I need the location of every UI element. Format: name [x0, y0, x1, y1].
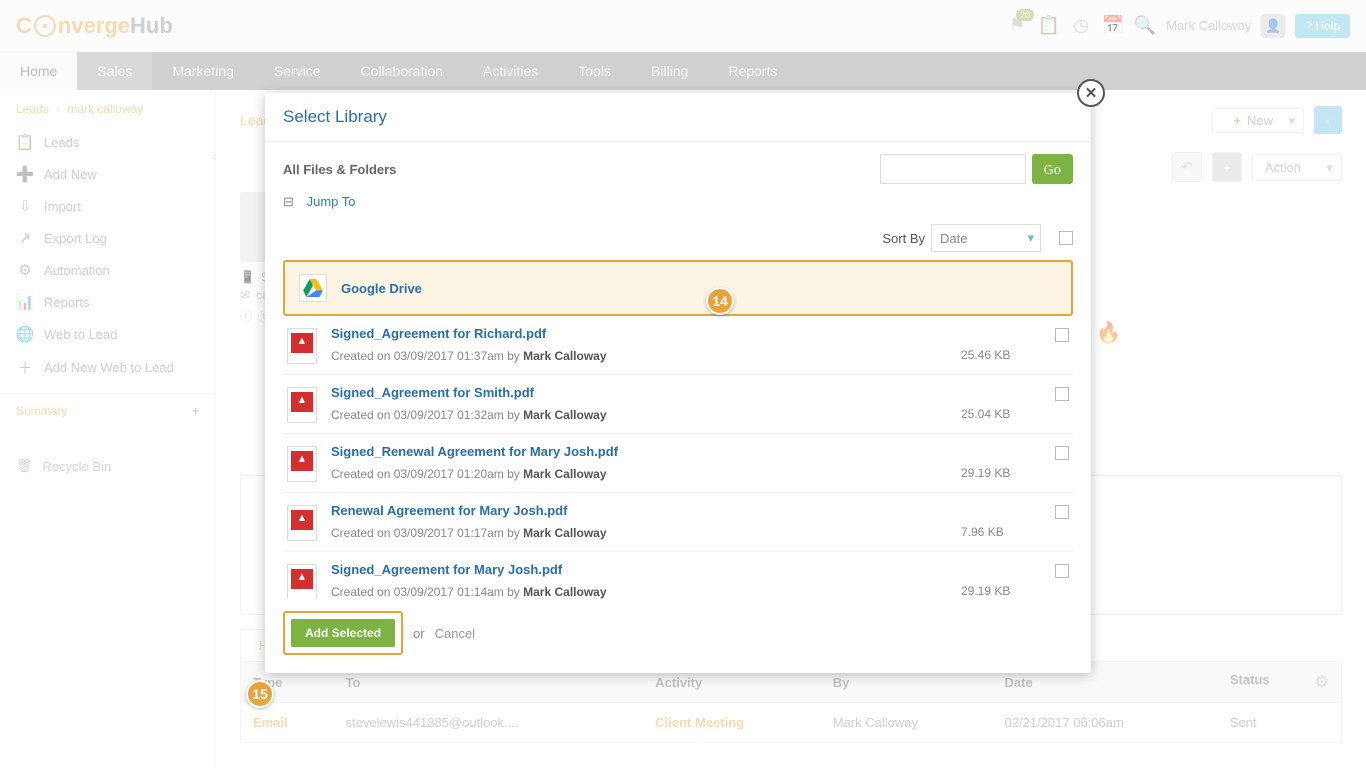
file-meta: Created on 03/09/2017 01:17am by Mark Ca…	[331, 526, 947, 540]
sort-by-label: Sort By	[882, 231, 925, 246]
pdf-icon	[287, 505, 317, 541]
file-row[interactable]: Signed_Renewal Agreement for Mary Josh.p…	[283, 434, 1073, 493]
callout-14: 14	[706, 287, 734, 315]
all-files-label: All Files & Folders	[283, 162, 396, 177]
file-info: Signed_Agreement for Mary Josh.pdf Create…	[331, 562, 947, 599]
file-info: Renewal Agreement for Mary Josh.pdf Creat…	[331, 503, 947, 540]
modal-title: Select Library	[265, 93, 1091, 142]
tree-icon: ⊟	[283, 194, 297, 210]
modal-toolbar: All Files & Folders Go	[265, 142, 1091, 190]
file-name[interactable]: Signed_Agreement for Mary Josh.pdf	[331, 562, 947, 577]
modal-footer: Add Selected or Cancel	[265, 599, 1091, 673]
add-selected-highlight: Add Selected	[283, 611, 403, 655]
file-name[interactable]: Signed_Agreement for Richard.pdf	[331, 326, 947, 341]
add-selected-button[interactable]: Add Selected	[291, 619, 395, 647]
pdf-icon	[287, 387, 317, 423]
file-name[interactable]: Signed_Agreement for Smith.pdf	[331, 385, 947, 400]
file-meta: Created on 03/09/2017 01:37am by Mark Ca…	[331, 349, 947, 363]
pdf-icon	[287, 564, 317, 599]
file-row[interactable]: Signed_Agreement for Richard.pdf Created …	[283, 316, 1073, 375]
pdf-icon	[287, 328, 317, 364]
file-info: Signed_Renewal Agreement for Mary Josh.p…	[331, 444, 947, 481]
file-size: 25.04 KB	[961, 407, 1041, 421]
file-info: Signed_Agreement for Smith.pdf Created on…	[331, 385, 947, 422]
file-name[interactable]: Signed_Renewal Agreement for Mary Josh.p…	[331, 444, 947, 459]
file-checkbox[interactable]	[1055, 328, 1069, 342]
file-meta: Created on 03/09/2017 01:32am by Mark Ca…	[331, 408, 947, 422]
file-checkbox[interactable]	[1055, 387, 1069, 401]
folder-google-drive[interactable]: Google Drive	[283, 260, 1073, 316]
file-name[interactable]: Renewal Agreement for Mary Josh.pdf	[331, 503, 947, 518]
folder-name: Google Drive	[341, 281, 422, 296]
file-checkbox[interactable]	[1055, 446, 1069, 460]
jump-to-link[interactable]: Jump To	[307, 194, 356, 209]
pdf-icon	[287, 446, 317, 482]
sort-select[interactable]: Date	[931, 224, 1041, 252]
file-size: 29.19 KB	[961, 584, 1041, 598]
file-checkbox[interactable]	[1055, 564, 1069, 578]
sort-row: Sort By Date	[265, 220, 1091, 260]
file-size: 29.19 KB	[961, 466, 1041, 480]
callout-15: 15	[246, 680, 274, 708]
file-row[interactable]: Renewal Agreement for Mary Josh.pdf Creat…	[283, 493, 1073, 552]
search-input[interactable]	[880, 154, 1026, 184]
jump-row: ⊟ Jump To	[265, 190, 1091, 220]
file-info: Signed_Agreement for Richard.pdf Created …	[331, 326, 947, 363]
file-row[interactable]: Signed_Agreement for Smith.pdf Created on…	[283, 375, 1073, 434]
or-text: or	[413, 626, 425, 641]
cancel-link[interactable]: Cancel	[435, 626, 475, 641]
select-all-checkbox[interactable]	[1059, 231, 1073, 245]
file-list[interactable]: Google Drive Signed_Agreement for Richar…	[283, 260, 1079, 599]
select-library-modal: ✕ Select Library All Files & Folders Go …	[265, 93, 1091, 673]
close-icon[interactable]: ✕	[1077, 79, 1105, 107]
go-button[interactable]: Go	[1032, 154, 1073, 184]
file-row[interactable]: Signed_Agreement for Mary Josh.pdf Create…	[283, 552, 1073, 599]
file-size: 25.46 KB	[961, 348, 1041, 362]
file-checkbox[interactable]	[1055, 505, 1069, 519]
file-meta: Created on 03/09/2017 01:14am by Mark Ca…	[331, 585, 947, 599]
file-size: 7.96 KB	[961, 525, 1041, 539]
sort-value: Date	[940, 231, 967, 246]
file-meta: Created on 03/09/2017 01:20am by Mark Ca…	[331, 467, 947, 481]
google-drive-icon	[299, 274, 327, 302]
